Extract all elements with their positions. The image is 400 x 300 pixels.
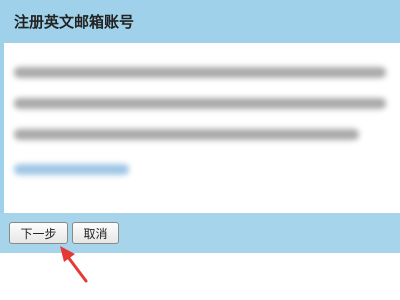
red-arrow-icon (60, 246, 88, 283)
